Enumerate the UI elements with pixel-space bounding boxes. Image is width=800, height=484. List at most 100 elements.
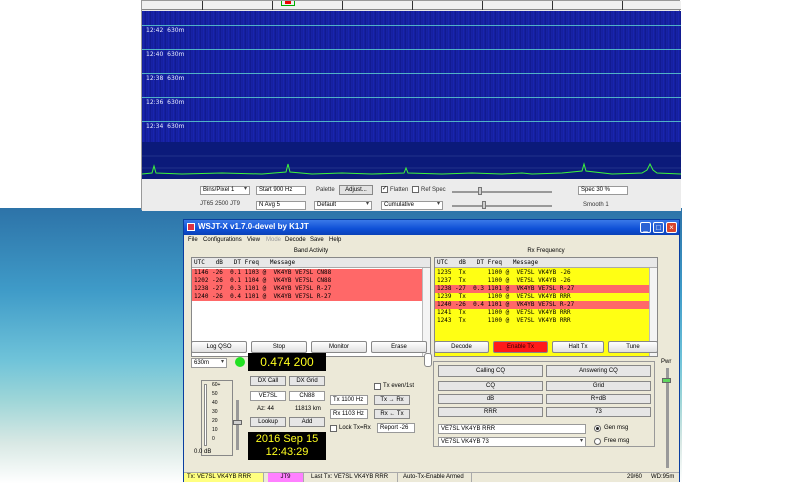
halt-tx-button[interactable]: Halt Tx xyxy=(552,341,604,353)
tune-button[interactable]: Tune xyxy=(608,341,658,353)
menu-help[interactable]: Help xyxy=(329,237,341,243)
list-item[interactable]: 1240 -26 0.4 1101 @ VK4YB VE7SL R-27 xyxy=(192,293,430,301)
power-slider[interactable] xyxy=(666,368,669,468)
status-last-tx: Last Tx: VE7SL VK4YB RRR xyxy=(308,473,398,482)
bins-per-pixel-spinbox[interactable]: Bins/Pixel 1 xyxy=(200,186,250,195)
enable-tx-button[interactable]: Enable Tx xyxy=(493,341,548,353)
time-label: 12:36 630m xyxy=(146,99,185,106)
list-item[interactable]: 1238 -27 0.3 1101 @ VK4YB VE7SL R-27 xyxy=(435,285,657,293)
lock-tx-rx-checkbox[interactable] xyxy=(330,425,337,432)
decode-button[interactable]: Decode xyxy=(434,341,489,353)
rx-frequency-header: UTC dB DT Freq Message xyxy=(435,258,657,268)
list-item[interactable]: 1243 Tx 1100 @ VE7SL VK4YB RRR xyxy=(435,317,657,325)
signal-meter: 60+ 50 40 30 20 10 0 xyxy=(201,380,233,456)
blank-area-left xyxy=(0,0,141,208)
list-item[interactable]: 1202 -26 0.1 1104 @ VK4YB VE7SL CN88 xyxy=(192,277,430,285)
time-text: 12:43:29 xyxy=(265,446,309,458)
rx-marker[interactable] xyxy=(285,1,291,4)
list-item[interactable]: 1241 Tx 1100 @ VE7SL VK4YB RRR xyxy=(435,309,657,317)
gain-slider-knob[interactable] xyxy=(478,187,482,195)
dx-call-input[interactable]: VE7SL xyxy=(250,391,286,401)
wsjtx-main-window: WSJT-X v1.7.0-devel by K1JT _ □ × File C… xyxy=(183,219,680,482)
menu-configurations[interactable]: Configurations xyxy=(203,237,242,243)
menu-save[interactable]: Save xyxy=(310,237,324,243)
band-select[interactable]: 630m xyxy=(191,358,227,368)
rx-frequency-spinbox[interactable]: Rx 1103 Hz xyxy=(330,409,368,419)
monitor-button[interactable]: Monitor xyxy=(311,341,367,353)
time-label: 12:38 630m xyxy=(146,75,185,82)
status-count: 29/60 xyxy=(627,474,643,480)
report-spinbox[interactable]: Report -26 xyxy=(377,423,415,433)
rx-frequency-title: Rx Frequency xyxy=(527,248,565,254)
tab-switch-icon[interactable] xyxy=(424,353,432,367)
gen-msg-radio[interactable] xyxy=(594,425,601,432)
list-item[interactable]: 1240 -26 0.4 1101 @ VK4YB VE7SL R-27 xyxy=(435,301,657,309)
add-button[interactable]: Add xyxy=(289,417,325,427)
meter-value: 0.0 dB xyxy=(194,449,212,455)
adjust-button[interactable]: Adjust... xyxy=(339,185,373,195)
list-item[interactable]: 1238 -27 0.3 1101 @ VK4YB VE7SL R-27 xyxy=(192,285,430,293)
azimuth-label: Az: 44 xyxy=(257,406,275,412)
time-label: 12:40 630m xyxy=(146,51,185,58)
waterfall-display[interactable]: 12:42 630m 12:40 630m 12:38 630m 12:36 6… xyxy=(142,11,681,189)
db-button[interactable]: dB xyxy=(438,394,543,404)
list-item[interactable]: 1237 Tx 1100 @ VE7SL VK4YB -26 xyxy=(435,277,657,285)
seventy-three-button[interactable]: 73 xyxy=(546,407,651,417)
status-auto-tx: Auto-Tx-Enable Armed xyxy=(400,473,472,482)
cq-button[interactable]: CQ xyxy=(438,381,543,391)
log-qso-button[interactable]: Log QSO xyxy=(191,341,247,353)
rx-level-slider-knob[interactable] xyxy=(233,420,242,425)
menu-file[interactable]: File xyxy=(188,237,198,243)
date-text: 2016 Sep 15 xyxy=(255,433,319,445)
spectrum-mode-select[interactable]: Cumulative xyxy=(381,201,443,210)
title-bar[interactable]: WSJT-X v1.7.0-devel by K1JT _ □ × xyxy=(184,220,679,235)
jt-mode-label: JT65 2500 JT9 xyxy=(200,201,241,207)
r-db-button[interactable]: R+dB xyxy=(546,394,651,404)
free-msg-label: Free msg xyxy=(604,438,630,444)
free-msg-radio[interactable] xyxy=(594,438,601,445)
ref-spec-checkbox[interactable] xyxy=(412,186,419,193)
list-item[interactable]: 1235 Tx 1100 @ VE7SL VK4YB -26 xyxy=(435,269,657,277)
tx-frequency-spinbox[interactable]: Tx 1100 Hz xyxy=(330,395,368,405)
list-item[interactable]: 1239 Tx 1100 @ VE7SL VK4YB RRR xyxy=(435,293,657,301)
menu-mode[interactable]: Mode xyxy=(266,237,281,243)
stop-button[interactable]: Stop xyxy=(251,341,307,353)
band-activity-header: UTC dB DT Freq Message xyxy=(192,258,430,268)
palette-select[interactable]: Default xyxy=(314,201,372,210)
dx-grid-label: DX Grid xyxy=(289,376,325,386)
zero-slider-knob[interactable] xyxy=(482,201,486,209)
rx-level-slider[interactable] xyxy=(236,400,239,450)
power-slider-knob[interactable] xyxy=(662,378,671,383)
grid-button[interactable]: Grid xyxy=(546,381,651,391)
list-item[interactable]: 1146 -26 0.1 1103 @ VK4YB VE7SL CN88 xyxy=(192,269,430,277)
tx-to-rx-button[interactable]: Tx → Rx xyxy=(374,395,410,405)
rrr-button[interactable]: RRR xyxy=(438,407,543,417)
dx-grid-input[interactable]: CN88 xyxy=(289,391,325,401)
time-label: 12:42 630m xyxy=(146,27,185,34)
gen-msg-input[interactable]: VE7SL VK4YB RRR xyxy=(438,424,586,434)
flatten-checkbox[interactable]: ✓ xyxy=(381,186,388,193)
erase-button[interactable]: Erase xyxy=(371,341,427,353)
close-icon[interactable]: × xyxy=(666,222,677,233)
spec-percent-spinbox[interactable]: Spec 30 % xyxy=(578,186,628,195)
menu-decode[interactable]: Decode xyxy=(285,237,306,243)
maximize-icon[interactable]: □ xyxy=(653,222,664,233)
n-avg-spinbox[interactable]: N Avg 5 xyxy=(256,201,306,210)
gen-msg-label: Gen msg xyxy=(604,425,629,431)
lookup-button[interactable]: Lookup xyxy=(250,417,286,427)
palette-label: Palette xyxy=(316,187,335,193)
zero-slider[interactable] xyxy=(452,205,552,207)
window-title: WSJT-X v1.7.0-devel by K1JT xyxy=(198,222,309,231)
gain-slider[interactable] xyxy=(452,191,552,193)
smooth-spinbox[interactable]: Smooth 1 xyxy=(583,202,609,208)
waterfall-window: 12:42 630m 12:40 630m 12:38 630m 12:36 6… xyxy=(141,0,681,211)
answering-cq-title: Answering CQ xyxy=(546,365,651,377)
minimize-icon[interactable]: _ xyxy=(640,222,651,233)
menu-view[interactable]: View xyxy=(247,237,260,243)
free-msg-select[interactable]: VE7SL VK4YB 73 xyxy=(438,437,586,447)
lock-tx-rx-label: Lock Tx=Rx xyxy=(339,425,371,431)
status-tx-message: Tx: VE7SL VK4YB RRR xyxy=(184,473,264,482)
start-freq-spinbox[interactable]: Start 900 Hz xyxy=(256,186,306,195)
tx-even-checkbox[interactable] xyxy=(374,383,381,390)
rx-to-tx-button[interactable]: Rx ← Tx xyxy=(374,409,410,419)
